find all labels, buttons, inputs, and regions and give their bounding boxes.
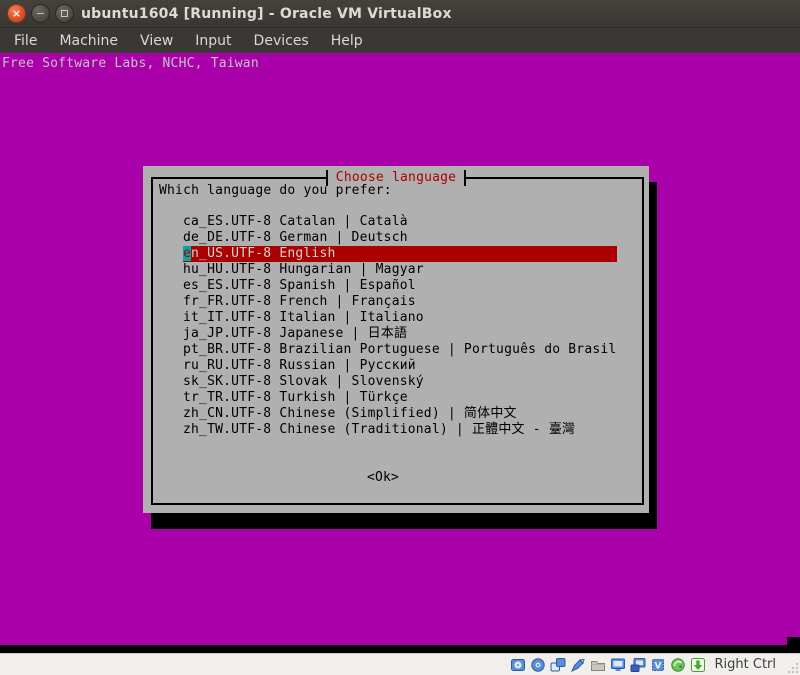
terminal-screen: Free Software Labs, NCHC, Taiwan Choose … <box>0 53 800 645</box>
shared-folders-icon[interactable] <box>590 657 606 673</box>
menu-item-input[interactable]: Input <box>195 33 231 49</box>
menu-item-help[interactable]: Help <box>331 33 363 49</box>
language-option[interactable]: pt_BR.UTF-8 Brazilian Portuguese | Portu… <box>143 342 641 358</box>
ok-button[interactable]: <Ok> <box>355 470 411 486</box>
language-option[interactable]: de_DE.UTF-8 German | Deutsch <box>143 230 641 246</box>
dialog-prompt: Which language do you prefer: <box>159 183 392 199</box>
language-option[interactable]: sk_SK.UTF-8 Slovak | Slovenský <box>143 374 641 390</box>
minimize-icon[interactable]: − <box>31 4 50 23</box>
host-key-label: Right Ctrl <box>715 657 777 672</box>
language-option[interactable]: fr_FR.UTF-8 French | Français <box>143 294 641 310</box>
window-titlebar[interactable]: × − ubuntu1604 [Running] - Oracle VM Vir… <box>0 0 800 28</box>
close-icon[interactable]: × <box>7 4 26 23</box>
installer-banner: Free Software Labs, NCHC, Taiwan <box>2 56 259 71</box>
harddisk-icon[interactable] <box>510 657 526 673</box>
menubar: File Machine View Input Devices Help <box>0 28 800 53</box>
language-option[interactable]: en_US.UTF-8 English <box>183 246 617 262</box>
svg-text:V: V <box>654 661 661 671</box>
language-option[interactable]: tr_TR.UTF-8 Turkish | Türkçe <box>143 390 641 406</box>
menu-item-file[interactable]: File <box>14 33 37 49</box>
mouse-integration-icon[interactable] <box>670 657 686 673</box>
statusbar: V Right Ctrl <box>0 653 800 675</box>
language-option[interactable]: ca_ES.UTF-8 Catalan | Català <box>143 214 641 230</box>
window-controls: × − <box>7 4 74 23</box>
menu-item-view[interactable]: View <box>140 33 173 49</box>
vm-display[interactable]: Free Software Labs, NCHC, Taiwan Choose … <box>0 53 800 653</box>
display-icon[interactable] <box>610 657 626 673</box>
language-option[interactable]: it_IT.UTF-8 Italian | Italiano <box>143 310 641 326</box>
terminal-cursor: e <box>183 246 191 261</box>
maximize-icon[interactable] <box>55 4 74 23</box>
language-option[interactable]: zh_CN.UTF-8 Chinese (Simplified) | 简体中文 <box>143 406 641 422</box>
screen-edge-notch <box>787 637 800 645</box>
network-icon[interactable] <box>550 657 566 673</box>
language-option[interactable]: hu_HU.UTF-8 Hungarian | Magyar <box>143 262 641 278</box>
menu-item-machine[interactable]: Machine <box>59 33 118 49</box>
language-option[interactable]: es_ES.UTF-8 Spanish | Español <box>143 278 641 294</box>
usb-icon[interactable] <box>570 657 586 673</box>
window-title: ubuntu1604 [Running] - Oracle VM Virtual… <box>81 6 452 22</box>
language-list: ca_ES.UTF-8 Catalan | Catalàde_DE.UTF-8 … <box>143 214 641 438</box>
choose-language-dialog: Choose language Which language do you pr… <box>143 166 649 513</box>
keyboard-capture-icon[interactable] <box>690 657 706 673</box>
optical-disk-icon[interactable] <box>530 657 546 673</box>
language-option[interactable]: ja_JP.UTF-8 Japanese | 日本語 <box>143 326 641 342</box>
language-option[interactable]: ru_RU.UTF-8 Russian | Русский <box>143 358 641 374</box>
video-capture-icon[interactable] <box>630 657 646 673</box>
menu-item-devices[interactable]: Devices <box>254 33 309 49</box>
language-option[interactable]: zh_TW.UTF-8 Chinese (Traditional) | 正體中文… <box>143 422 641 438</box>
virtualization-features-icon[interactable]: V <box>650 657 666 673</box>
resize-grip-icon[interactable] <box>787 662 799 674</box>
